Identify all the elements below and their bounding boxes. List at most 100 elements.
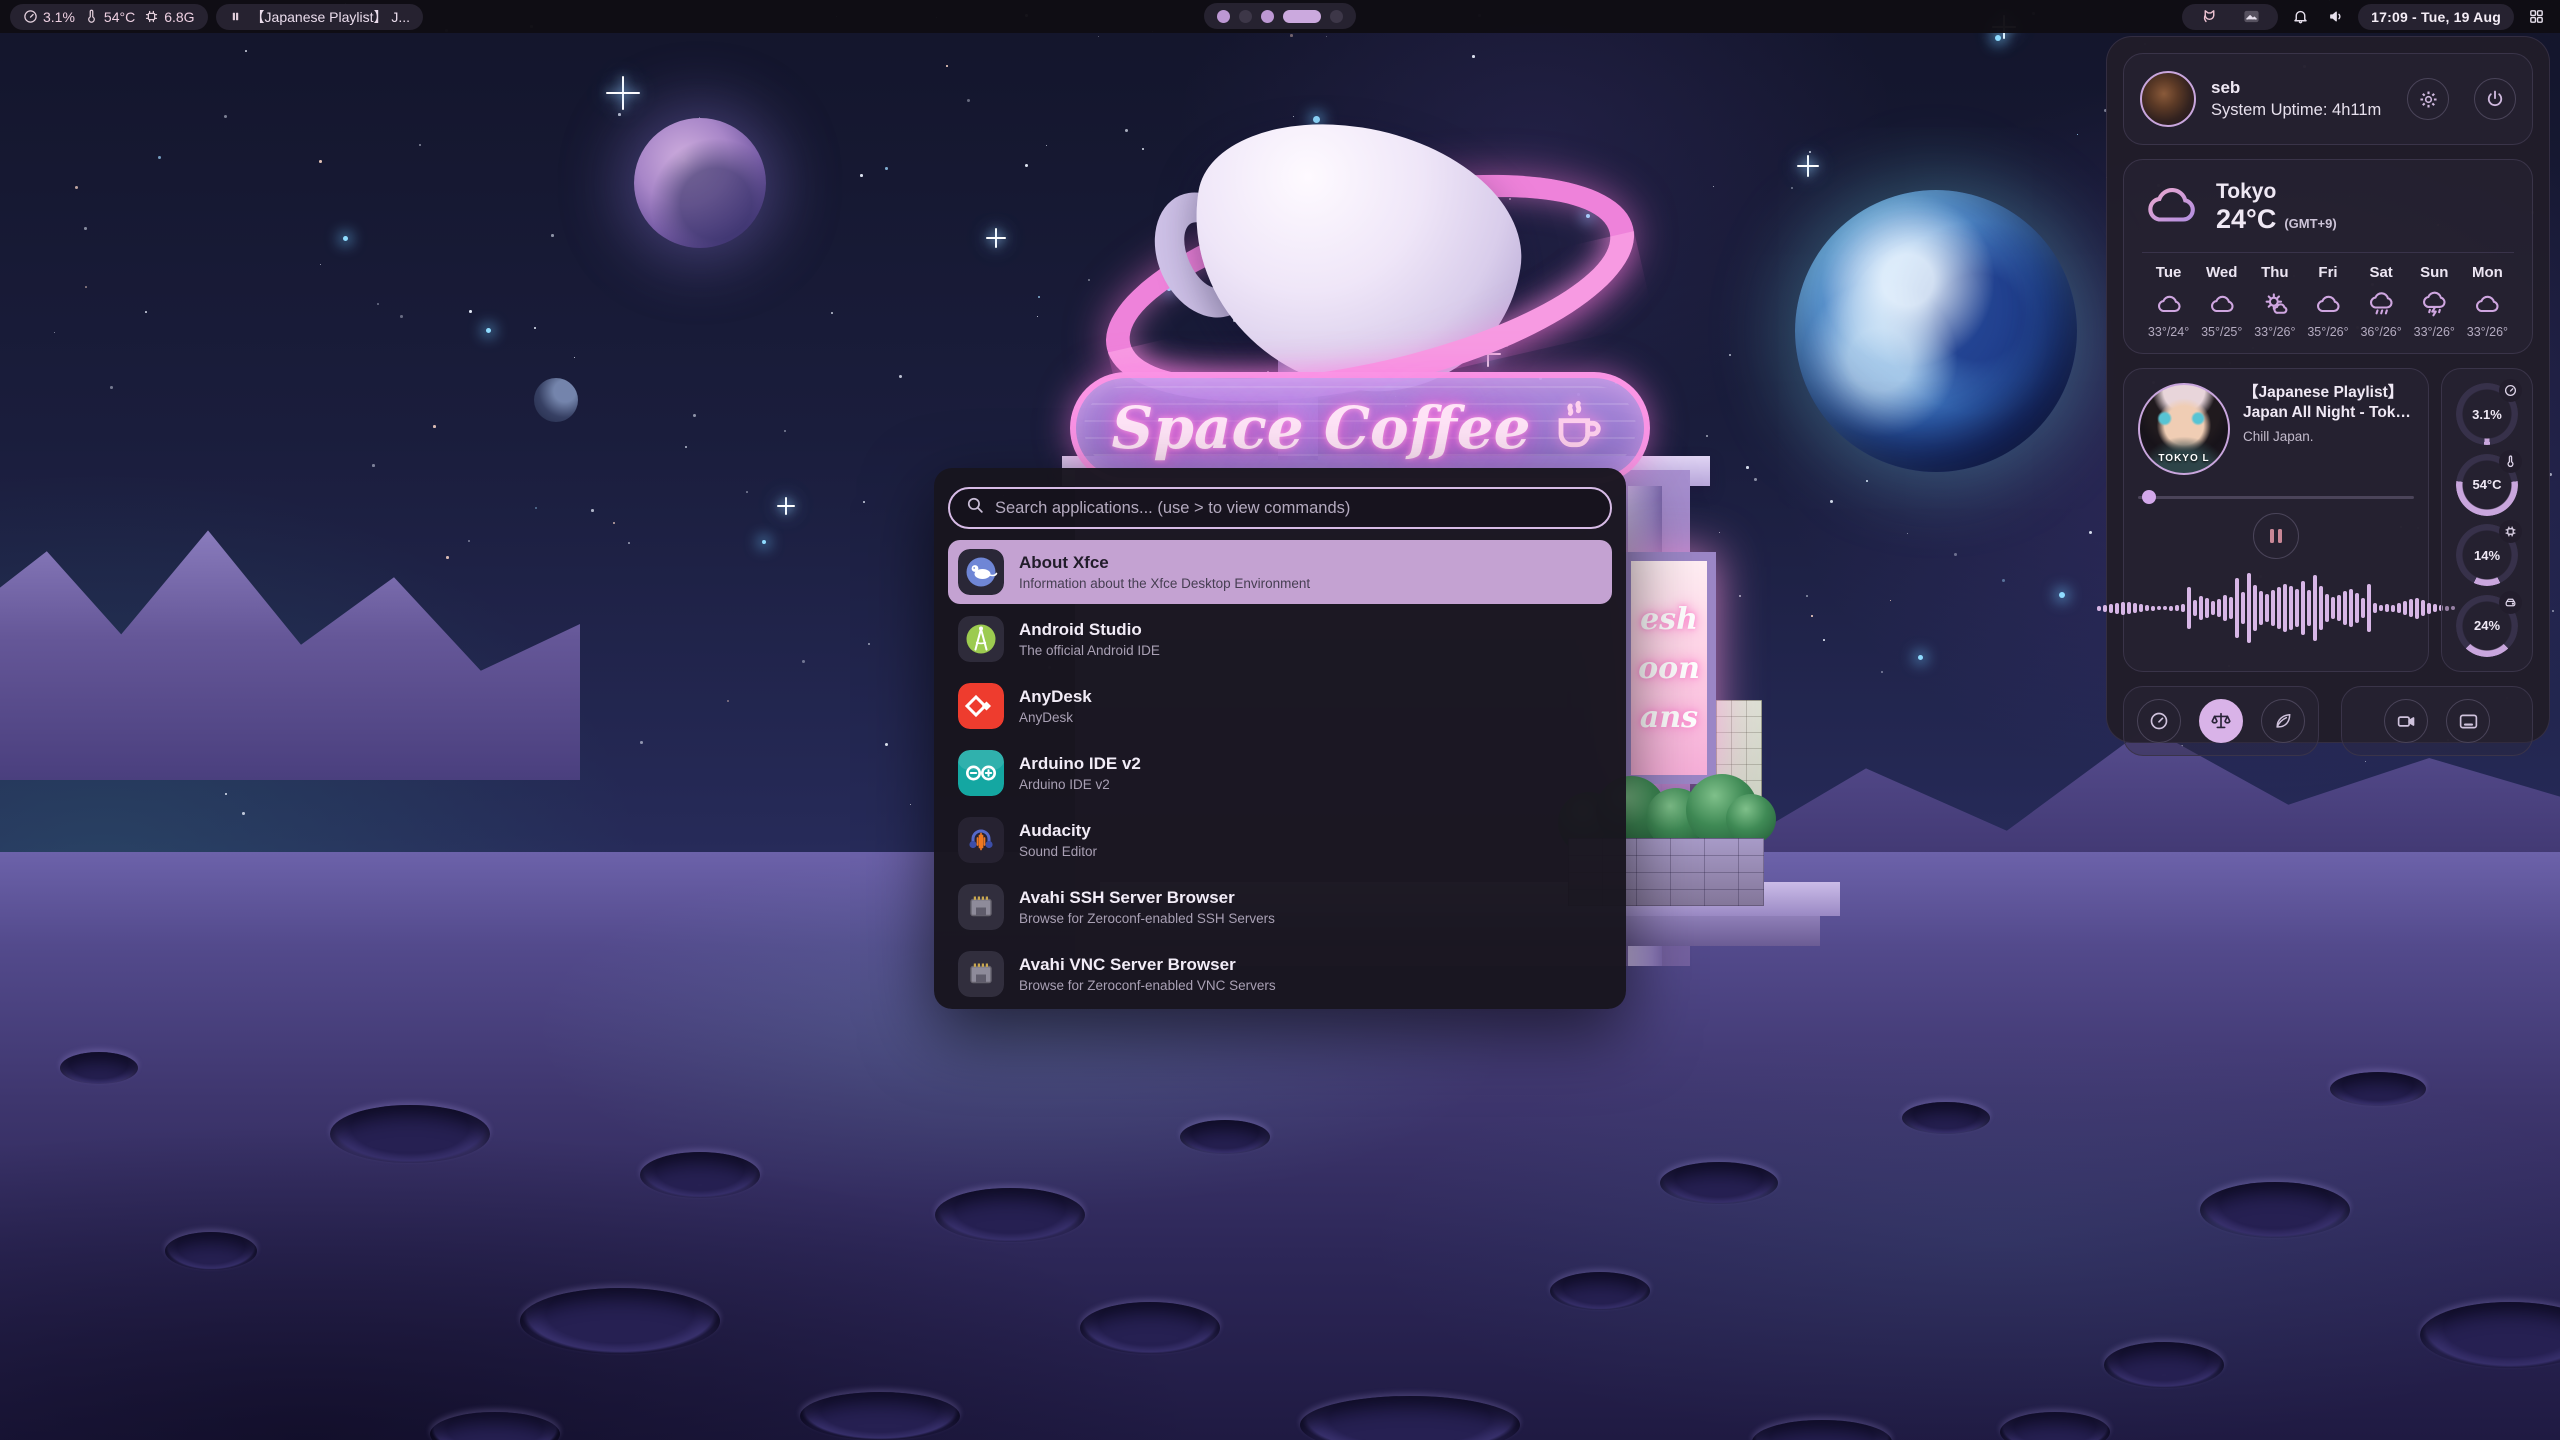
topbar-right: 17:09 - Tue, 19 Aug <box>2182 4 2550 30</box>
volume-icon[interactable] <box>2322 4 2350 30</box>
app-list-item[interactable]: AnyDesk AnyDesk <box>948 674 1612 738</box>
gauge-icon <box>23 9 38 24</box>
app-description: Sound Editor <box>1019 844 1097 859</box>
workspace-switcher <box>1204 3 1356 29</box>
system-gauges-card: 3.1% 54°C 14% 24% <box>2441 368 2533 672</box>
forecast-day: Sat 36°/26° <box>2355 264 2408 339</box>
app-launcher: About Xfce Information about the Xfce De… <box>934 468 1626 1009</box>
forecast-weather-icon <box>2142 290 2195 318</box>
app-name: About Xfce <box>1019 553 1310 573</box>
track-title: 【Japanese Playlist】 Japan All Night - To… <box>2243 383 2414 423</box>
forecast-weather-icon <box>2195 290 2248 318</box>
app-description: The official Android IDE <box>1019 643 1160 658</box>
app-name: Arduino IDE v2 <box>1019 754 1141 774</box>
cat-icon[interactable] <box>2195 4 2223 30</box>
waveform <box>2138 559 2414 657</box>
app-name: Audacity <box>1019 821 1097 841</box>
balanced-mode-button[interactable] <box>2199 699 2243 743</box>
app-list-item[interactable]: Audacity Sound Editor <box>948 808 1612 872</box>
dashboard-grid-icon[interactable] <box>2522 4 2550 30</box>
dashboard-panel: seb System Uptime: 4h11m <box>2106 36 2550 743</box>
app-name: Avahi SSH Server Browser <box>1019 888 1275 908</box>
purple-planet <box>634 118 766 248</box>
shop-window: eshoonans <box>1622 552 1716 784</box>
top-panel: 3.1% 54°C 6.8G <box>0 0 2560 33</box>
search-icon <box>966 496 985 520</box>
cpu-stat: 3.1% <box>23 9 75 25</box>
album-art[interactable]: TOKYO L <box>2138 383 2230 475</box>
now-playing-text: 【Japanese Playlist】 J... <box>251 7 411 27</box>
seek-bar[interactable] <box>2138 490 2414 504</box>
leaf-icon <box>2273 711 2293 731</box>
app-name: Avahi VNC Server Browser <box>1019 955 1276 975</box>
avatar[interactable] <box>2140 71 2196 127</box>
system-stats-pill[interactable]: 3.1% 54°C 6.8G <box>10 4 208 30</box>
small-moon <box>534 378 578 422</box>
app-icon <box>958 884 1004 930</box>
workspace-dot[interactable] <box>1330 10 1343 23</box>
screen-record-button[interactable] <box>2384 699 2428 743</box>
app-icon <box>958 616 1004 662</box>
workspace-dot[interactable] <box>1239 10 1252 23</box>
search-input[interactable] <box>995 499 1594 518</box>
weather-timezone: (GMT+9) <box>2284 216 2336 231</box>
performance-mode-button[interactable] <box>2261 699 2305 743</box>
app-icon <box>958 549 1004 595</box>
gauge-icon <box>2499 591 2522 614</box>
power-icon <box>2485 89 2505 109</box>
video-camera-icon <box>2396 711 2417 732</box>
username: seb <box>2211 78 2392 98</box>
forecast-day: Sun 33°/26° <box>2408 264 2461 339</box>
screenshot-button[interactable] <box>2446 699 2490 743</box>
workspace-dot[interactable] <box>1261 10 1274 23</box>
app-list-item[interactable]: Avahi SSH Server Browser Browse for Zero… <box>948 875 1612 939</box>
screenshot-icon <box>2458 711 2479 732</box>
app-description: Arduino IDE v2 <box>1019 777 1141 792</box>
capture-card <box>2341 686 2533 756</box>
forecast-weather-icon <box>2408 290 2461 318</box>
app-list-item[interactable]: Avahi VNC Server Browser Browse for Zero… <box>948 942 1612 1006</box>
app-description: Browse for Zeroconf-enabled SSH Servers <box>1019 911 1275 926</box>
app-description: AnyDesk <box>1019 710 1092 725</box>
app-name: AnyDesk <box>1019 687 1092 707</box>
app-list-item[interactable]: About Xfce Information about the Xfce De… <box>948 540 1612 604</box>
gauge-icon <box>2499 520 2522 543</box>
forecast-weather-icon <box>2355 290 2408 318</box>
seek-knob[interactable] <box>2142 490 2156 504</box>
app-description: Browse for Zeroconf-enabled VNC Servers <box>1019 978 1276 993</box>
divider <box>2142 252 2514 253</box>
search-box <box>948 487 1612 529</box>
window-neon-text: ans <box>1640 700 1698 735</box>
clock: 17:09 - Tue, 19 Aug <box>2371 9 2501 25</box>
app-list-item[interactable]: Arduino IDE v2 Arduino IDE v2 <box>948 741 1612 805</box>
user-card: seb System Uptime: 4h11m <box>2123 53 2533 145</box>
app-icon <box>958 817 1004 863</box>
pause-button[interactable] <box>2253 513 2299 559</box>
forecast-day: Thu 33°/26° <box>2248 264 2301 339</box>
settings-button[interactable] <box>2407 78 2449 120</box>
scales-icon <box>2210 710 2232 732</box>
app-list-item[interactable]: Android Studio The official Android IDE <box>948 607 1612 671</box>
workspace-dot[interactable] <box>1217 10 1230 23</box>
weather-city: Tokyo <box>2216 180 2337 204</box>
system-gauge: 54°C <box>2456 454 2518 516</box>
power-button[interactable] <box>2474 78 2516 120</box>
clock-pill[interactable]: 17:09 - Tue, 19 Aug <box>2358 4 2514 30</box>
music-player-card: TOKYO L 【Japanese Playlist】 Japan All Ni… <box>2123 368 2429 672</box>
app-icon <box>958 683 1004 729</box>
notifications-bell-icon[interactable] <box>2286 4 2314 30</box>
systray-pill <box>2182 4 2278 30</box>
system-gauge: 24% <box>2456 595 2518 657</box>
image-tray-icon[interactable] <box>2237 4 2265 30</box>
weather-temp: 24°C <box>2216 204 2276 235</box>
pause-icon <box>229 10 242 23</box>
window-neon-text: oon <box>1638 651 1700 686</box>
temp-stat: 54°C <box>84 9 135 25</box>
gauge-icon <box>2499 450 2522 473</box>
powersave-mode-button[interactable] <box>2137 699 2181 743</box>
workspace-dot[interactable] <box>1283 10 1321 23</box>
system-uptime: System Uptime: 4h11m <box>2211 101 2392 120</box>
forecast-day: Tue 33°/24° <box>2142 264 2195 339</box>
earth <box>1795 190 2077 472</box>
now-playing-pill[interactable]: 【Japanese Playlist】 J... <box>216 4 424 30</box>
